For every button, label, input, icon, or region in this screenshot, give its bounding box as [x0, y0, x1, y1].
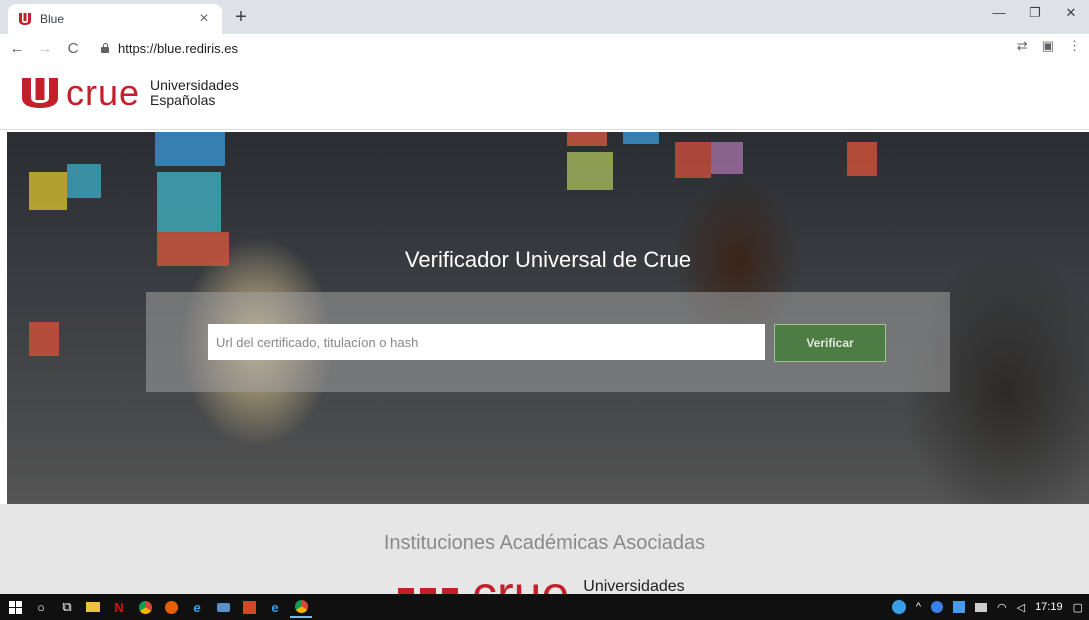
- wifi-icon[interactable]: ◠: [997, 601, 1007, 614]
- logo-sub-line2: Españolas: [150, 92, 216, 108]
- associated-institutions-section: Instituciones Académicas Asociadas crue …: [0, 504, 1089, 594]
- logo-sub-line1: Universidades: [150, 77, 239, 93]
- crue-logo-large: crue Universidades: [398, 566, 685, 594]
- sticky-note: [567, 132, 607, 146]
- tab-strip: Blue × + — ❐ ✕: [0, 0, 1089, 34]
- certificate-search-input[interactable]: [208, 324, 765, 360]
- sticky-note: [67, 164, 101, 198]
- sticky-note: [29, 172, 67, 210]
- sticky-note: [155, 132, 225, 166]
- sticky-note: [157, 172, 221, 232]
- forward-icon[interactable]: →: [34, 40, 56, 57]
- volume-icon[interactable]: ◁: [1017, 601, 1025, 614]
- back-icon[interactable]: ←: [6, 40, 28, 57]
- clock[interactable]: 17:19: [1035, 601, 1063, 613]
- search-icon[interactable]: ○: [30, 596, 52, 618]
- notifications-icon[interactable]: ▢: [1073, 601, 1083, 614]
- hero-banner: Verificador Universal de Crue Verificar: [7, 132, 1089, 504]
- extension-icon[interactable]: ▣: [1042, 38, 1054, 54]
- restore-button[interactable]: ❐: [1017, 0, 1053, 30]
- network-device-icon[interactable]: [974, 602, 987, 612]
- close-window-button[interactable]: ✕: [1053, 0, 1089, 30]
- menu-icon[interactable]: ⋮: [1068, 38, 1081, 54]
- sticky-note: [711, 142, 743, 174]
- chrome-active-icon[interactable]: [290, 596, 312, 618]
- sticky-note: [567, 152, 613, 190]
- windows-start-icon[interactable]: [4, 596, 26, 618]
- logo-word: crue: [472, 566, 570, 594]
- site-header: crue Universidades Españolas: [0, 62, 1089, 130]
- logo-sub-line1: Universidades: [583, 578, 685, 594]
- tab-title: Blue: [40, 12, 65, 26]
- system-tray: ^ ◠ ◁ 17:19 ▢: [891, 594, 1083, 620]
- crue-logo[interactable]: crue Universidades Españolas: [22, 72, 239, 113]
- browser-toolbar: ← → C https://blue.rediris.es ⇄ ▣ ⋮: [0, 34, 1089, 62]
- chrome-icon[interactable]: [134, 596, 156, 618]
- sticky-note: [847, 142, 877, 176]
- edge-icon[interactable]: e: [186, 596, 208, 618]
- minimize-button[interactable]: —: [981, 0, 1017, 30]
- netflix-icon[interactable]: N: [108, 596, 130, 618]
- tab-close-icon[interactable]: ×: [196, 10, 212, 28]
- hero-title: Verificador Universal de Crue: [404, 247, 692, 272]
- sticky-note: [675, 142, 711, 178]
- lock-icon: [100, 42, 110, 54]
- reload-icon[interactable]: C: [62, 40, 84, 57]
- address-bar[interactable]: https://blue.rediris.es: [100, 37, 1000, 59]
- firefox-icon[interactable]: [160, 596, 182, 618]
- tab-blue[interactable]: Blue ×: [8, 4, 222, 34]
- crue-mark-icon: [22, 78, 58, 108]
- sticky-note: [29, 322, 59, 356]
- crue-mark-icon: [398, 588, 458, 594]
- security-icon[interactable]: [952, 601, 965, 613]
- search-panel: Verificar: [146, 292, 950, 392]
- file-explorer-icon[interactable]: [82, 596, 104, 618]
- os-taskbar: ○ ⧉ N e e ^ ◠ ◁ 17:19 ▢: [0, 594, 1089, 620]
- ie-icon[interactable]: e: [264, 596, 286, 618]
- section-title: Instituciones Académicas Asociadas: [383, 532, 706, 554]
- translate-icon[interactable]: ⇄: [1017, 38, 1028, 54]
- toolbar-actions: ⇄ ▣ ⋮: [1017, 38, 1081, 54]
- logo-subtitle: Universidades Españolas: [150, 78, 239, 108]
- logo-word: crue: [66, 72, 141, 113]
- app-icon[interactable]: [212, 596, 234, 618]
- powerpoint-icon[interactable]: [238, 596, 260, 618]
- window-controls: — ❐ ✕: [981, 0, 1089, 30]
- new-tab-button[interactable]: +: [230, 6, 252, 28]
- url-text: https://blue.rediris.es: [118, 40, 238, 56]
- help-icon[interactable]: [891, 600, 906, 614]
- page: crue Universidades Españolas Verificador…: [0, 62, 1089, 594]
- verify-button[interactable]: Verificar: [774, 324, 886, 362]
- chevron-up-icon[interactable]: ^: [916, 601, 921, 613]
- tray-app-icon[interactable]: [930, 601, 943, 613]
- sticky-note: [623, 132, 659, 144]
- crue-favicon-icon: [18, 13, 32, 25]
- task-view-icon[interactable]: ⧉: [56, 596, 78, 618]
